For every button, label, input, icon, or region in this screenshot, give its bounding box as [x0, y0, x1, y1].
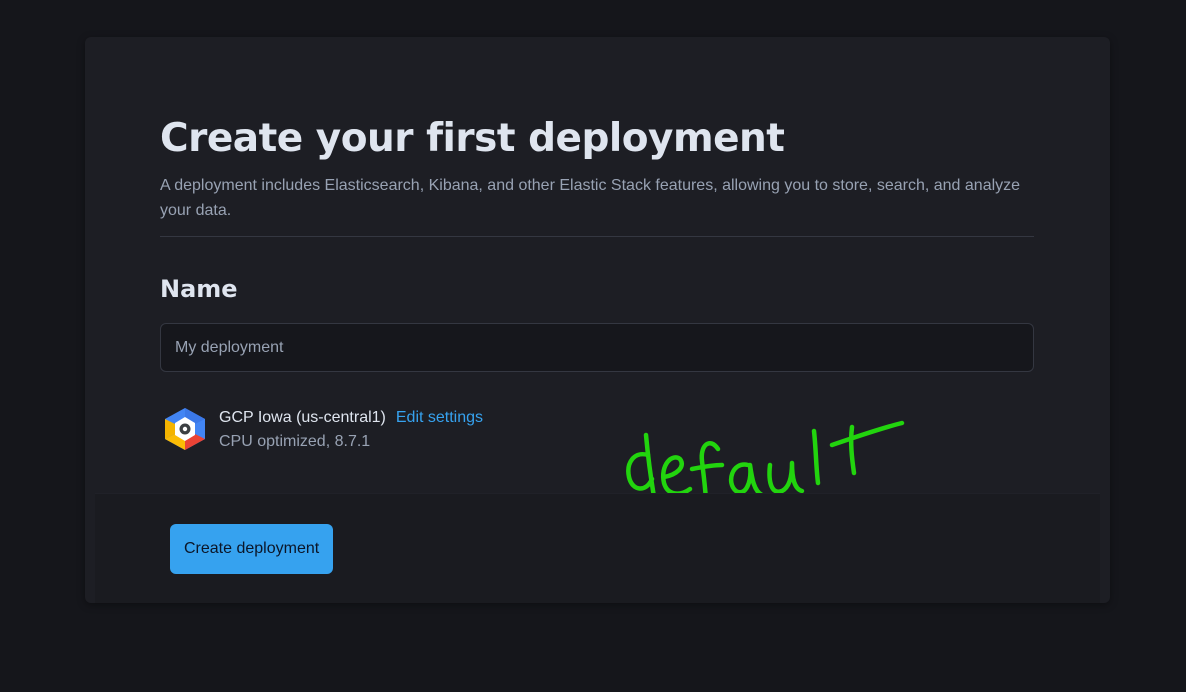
- edit-settings-link[interactable]: Edit settings: [396, 406, 483, 430]
- region-text: GCP Iowa (us-central1) Edit settings CPU…: [219, 406, 483, 454]
- deployment-name-input[interactable]: [160, 323, 1034, 372]
- region-line: GCP Iowa (us-central1) Edit settings: [219, 406, 483, 430]
- name-label: Name: [160, 275, 238, 303]
- gcp-logo-icon: [165, 408, 205, 450]
- page-title: Create your first deployment: [160, 116, 785, 161]
- deployment-card: Create your first deployment A deploymen…: [85, 37, 1110, 603]
- create-deployment-button[interactable]: Create deployment: [170, 524, 334, 574]
- region-summary: GCP Iowa (us-central1) Edit settings CPU…: [160, 406, 483, 452]
- divider: [160, 236, 1034, 237]
- region-name: GCP Iowa (us-central1): [219, 409, 386, 426]
- card-footer: Create deployment: [95, 493, 1100, 603]
- page-subtitle: A deployment includes Elasticsearch, Kib…: [160, 177, 1021, 219]
- region-details: CPU optimized, 8.7.1: [219, 433, 371, 450]
